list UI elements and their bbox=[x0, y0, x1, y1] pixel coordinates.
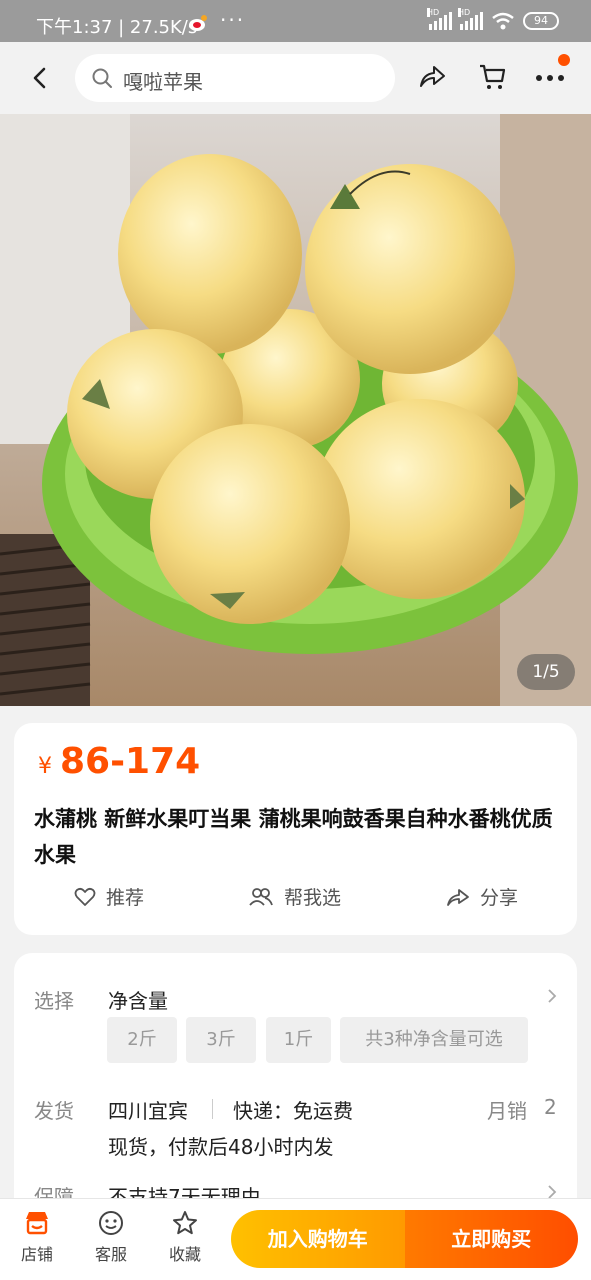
buy-now-button[interactable]: 立即购买 bbox=[404, 1210, 578, 1268]
service-tab[interactable]: 客服 bbox=[83, 1209, 139, 1265]
fruit-basket-photo bbox=[0, 114, 591, 706]
price: ¥ 86-174 bbox=[38, 741, 200, 782]
recommend-label: 推荐 bbox=[106, 887, 145, 909]
search-bar[interactable]: 嘎啦苹果 bbox=[75, 54, 395, 102]
select-value[interactable]: 净含量 bbox=[108, 985, 168, 1014]
status-more-dots: ··· bbox=[220, 8, 246, 32]
ship-time: 现货，付款后48小时内发 bbox=[108, 1135, 334, 1159]
ship-origin: 四川宜宾 bbox=[108, 1099, 188, 1123]
ship-express: 快递：免运费 bbox=[233, 1099, 353, 1123]
share-label: 分享 bbox=[480, 887, 519, 909]
ship-label: 发货 bbox=[34, 1099, 74, 1123]
product-page: 下午1:37 | 27.5K/s ··· HD HD 94 嘎啦苹果 1/5 ¥… bbox=[0, 0, 591, 1280]
store-tab[interactable]: 店铺 bbox=[9, 1209, 65, 1265]
add-to-cart-button[interactable]: 加入购物车 bbox=[231, 1210, 405, 1268]
gallery-pager: 1/5 bbox=[517, 654, 575, 690]
search-icon bbox=[92, 68, 112, 88]
purchase-buttons: 加入购物车 立即购买 bbox=[231, 1210, 578, 1268]
wifi-icon bbox=[492, 12, 514, 30]
select-label: 选择 bbox=[34, 989, 74, 1013]
top-nav: 嘎啦苹果 bbox=[0, 42, 591, 114]
option-chip-1jin[interactable]: 1斤 bbox=[266, 1017, 331, 1063]
price-range: 86-174 bbox=[60, 741, 201, 782]
favorite-label: 收藏 bbox=[168, 1245, 201, 1264]
cart-icon[interactable] bbox=[478, 62, 506, 92]
store-icon bbox=[26, 1212, 48, 1235]
signal-icon: HD bbox=[427, 8, 452, 30]
chevron-right-icon[interactable] bbox=[545, 1185, 559, 1199]
divider bbox=[212, 1099, 213, 1119]
share-button[interactable]: 分享 bbox=[446, 883, 518, 910]
status-right-icons: HD HD 94 bbox=[427, 8, 559, 30]
share-icon[interactable] bbox=[418, 64, 446, 90]
service-label: 客服 bbox=[94, 1245, 127, 1264]
heart-icon bbox=[74, 887, 96, 906]
chevron-right-icon[interactable] bbox=[545, 989, 559, 1003]
option-chip-count[interactable]: 共3种净含量可选 bbox=[340, 1017, 528, 1063]
battery-icon: 94 bbox=[523, 12, 559, 30]
help-choose-label: 帮我选 bbox=[284, 887, 342, 909]
store-label: 店铺 bbox=[20, 1245, 53, 1264]
back-icon[interactable] bbox=[26, 64, 54, 92]
status-time: 下午1:37 | 27.5K/s bbox=[36, 17, 198, 38]
product-image[interactable]: 1/5 bbox=[0, 114, 591, 706]
favorite-tab[interactable]: 收藏 bbox=[157, 1209, 213, 1265]
more-icon[interactable] bbox=[534, 64, 566, 92]
star-icon bbox=[173, 1211, 197, 1235]
notification-dot bbox=[558, 54, 570, 66]
status-bar: 下午1:37 | 27.5K/s ··· HD HD 94 bbox=[0, 0, 591, 42]
users-icon bbox=[249, 887, 273, 906]
service-icon bbox=[99, 1211, 123, 1235]
product-title: 水蒲桃 新鲜水果叮当果 蒲桃果响鼓香果自种水番桃优质水果 bbox=[34, 807, 553, 867]
weibo-icon bbox=[189, 15, 207, 31]
recommend-button[interactable]: 推荐 bbox=[74, 883, 144, 910]
help-choose-button[interactable]: 帮我选 bbox=[248, 883, 341, 910]
product-info-card: ¥ 86-174 水蒲桃 新鲜水果叮当果 蒲桃果响鼓香果自种水番桃优质水果 推荐… bbox=[14, 723, 577, 935]
option-chip-2jin[interactable]: 2斤 bbox=[107, 1017, 177, 1063]
monthly-sales-label: 月销 bbox=[487, 1099, 527, 1123]
search-query[interactable]: 嘎啦苹果 bbox=[123, 66, 203, 95]
bottom-action-bar: 店铺 客服 收藏 加入购物车 立即购买 bbox=[0, 1198, 591, 1280]
share-icon bbox=[447, 888, 469, 906]
currency-symbol: ¥ bbox=[38, 754, 52, 779]
monthly-sales-value: 2 bbox=[544, 1095, 557, 1119]
signal-icon: HD bbox=[458, 8, 483, 30]
product-actions: 推荐 帮我选 分享 bbox=[14, 883, 577, 919]
option-chip-3jin[interactable]: 3斤 bbox=[186, 1017, 256, 1063]
